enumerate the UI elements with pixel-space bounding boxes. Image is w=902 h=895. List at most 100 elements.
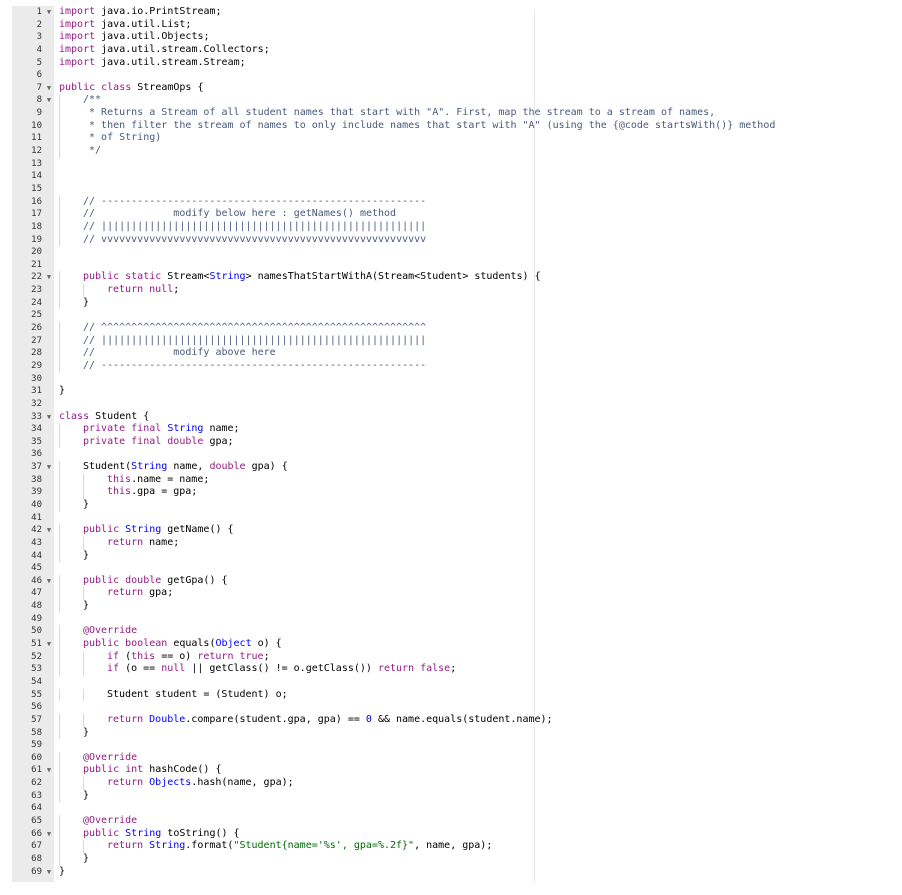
code-line[interactable]: 26 // ^^^^^^^^^^^^^^^^^^^^^^^^^^^^^^^^^^^…: [12, 322, 892, 335]
code-token: }: [83, 789, 90, 801]
code-line[interactable]: 49: [12, 613, 892, 626]
line-number: 7: [36, 82, 42, 93]
code-line[interactable]: 62 return Objects.hash(name, gpa);: [12, 777, 892, 790]
code-line[interactable]: 40}: [12, 498, 892, 512]
code-line[interactable]: 3 import java.util.Objects;: [12, 31, 892, 44]
code-line[interactable]: 63}: [12, 789, 892, 803]
code-line[interactable]: 57 return Double.compare(student.gpa, gpa…: [12, 713, 892, 727]
code-line[interactable]: 34 private final String name;: [12, 423, 892, 436]
code-token: .compare(student.gpa, gpa) ==: [185, 713, 366, 725]
code-line[interactable]: 61 ▼ public int hashCode() {: [12, 764, 892, 778]
code-line[interactable]: 58}: [12, 726, 892, 740]
code-line[interactable]: 67 return String.format("Student{name='%s…: [12, 840, 892, 853]
code-line[interactable]: 37 ▼ Student(String name, double gpa) {: [12, 461, 892, 474]
code-line[interactable]: 32: [12, 398, 892, 411]
code-text: import java.util.stream.Stream;: [59, 57, 246, 70]
code-line[interactable]: 42 ▼ public String getName() {: [12, 524, 892, 537]
code-line[interactable]: 66 ▼ public String toString() {: [12, 827, 892, 841]
code-line[interactable]: 69 ▼}: [12, 866, 892, 879]
code-line[interactable]: 17 // modify below here : getNames() meth…: [12, 208, 892, 221]
code-line[interactable]: 33 ▼ class Student {: [12, 411, 892, 424]
line-number: 57: [31, 714, 42, 725]
line-number: 10: [31, 120, 42, 131]
code-line[interactable]: 10 * then filter the stream of names to …: [12, 119, 892, 133]
code-line[interactable]: 44}: [12, 549, 892, 563]
code-line[interactable]: 23 return null;: [12, 284, 892, 297]
code-line[interactable]: 65 @Override: [12, 815, 892, 828]
fold-toggle-icon[interactable]: ▼: [45, 866, 53, 879]
code-line[interactable]: 47 return gpa;: [12, 587, 892, 601]
code-token: }: [83, 852, 90, 864]
code-lines[interactable]: 1 ▼ import java.io.PrintStream; 2 import jav…: [12, 6, 892, 878]
fold-toggle-icon[interactable]: ▼: [45, 461, 53, 474]
code-line[interactable]: 55 Student student = (Student) o;: [12, 688, 892, 702]
code-line[interactable]: 14: [12, 170, 892, 183]
fold-toggle-icon[interactable]: ▼: [45, 94, 53, 107]
fold-toggle-icon[interactable]: ▼: [45, 524, 53, 537]
code-editor[interactable]: 1 ▼ import java.io.PrintStream; 2 import jav…: [0, 6, 902, 886]
code-line[interactable]: 54: [12, 676, 892, 689]
fold-toggle-icon[interactable]: ▼: [45, 271, 53, 284]
code-line[interactable]: 25: [12, 309, 892, 322]
code-line[interactable]: 51 ▼ public boolean equals(Object o) {: [12, 638, 892, 651]
code-line[interactable]: 28 // modify above here: [12, 347, 892, 360]
code-line[interactable]: 21: [12, 259, 892, 272]
code-line[interactable]: 38 this.name = name;: [12, 473, 892, 487]
fold-toggle-icon[interactable]: ▼: [45, 764, 53, 777]
code-line[interactable]: 41: [12, 512, 892, 525]
line-number: 30: [31, 373, 42, 384]
code-line[interactable]: 53 if (o == null || getClass() != o.getCl…: [12, 663, 892, 676]
code-line[interactable]: 5 import java.util.stream.Stream;: [12, 57, 892, 70]
code-line[interactable]: 9 * Returns a Stream of all student name…: [12, 107, 892, 120]
code-line[interactable]: 15: [12, 183, 892, 196]
code-line[interactable]: 60 @Override: [12, 751, 892, 765]
code-line[interactable]: 12 */: [12, 145, 892, 158]
fold-toggle-icon[interactable]: ▼: [45, 575, 53, 588]
code-line[interactable]: 39 this.gpa = gpa;: [12, 486, 892, 499]
code-line[interactable]: 1 ▼ import java.io.PrintStream;: [12, 6, 892, 19]
code-line[interactable]: 43 return name;: [12, 536, 892, 550]
fold-toggle-icon[interactable]: ▼: [45, 638, 53, 651]
code-line[interactable]: 18 // |||||||||||||||||||||||||||||||||||…: [12, 220, 892, 234]
code-line[interactable]: 4 import java.util.stream.Collectors;: [12, 44, 892, 57]
indent-guide: [59, 498, 60, 512]
indent-guide: [59, 233, 60, 247]
code-line[interactable]: 30: [12, 373, 892, 386]
code-line[interactable]: 31}: [12, 385, 892, 398]
code-line[interactable]: 6: [12, 69, 892, 82]
code-line[interactable]: 11 * of String): [12, 132, 892, 146]
indent-guide: [59, 334, 60, 348]
indent-guide: [83, 650, 84, 664]
fold-toggle-icon[interactable]: ▼: [45, 411, 53, 424]
code-line[interactable]: 64: [12, 802, 892, 815]
fold-toggle-icon[interactable]: ▼: [45, 6, 53, 19]
code-line[interactable]: 29 // -----------------------------------…: [12, 359, 892, 373]
code-line[interactable]: 13: [12, 158, 892, 171]
code-line[interactable]: 68}: [12, 852, 892, 866]
fold-toggle-icon[interactable]: ▼: [45, 828, 53, 841]
code-token: == o): [155, 650, 198, 662]
code-line[interactable]: 56: [12, 701, 892, 714]
code-line[interactable]: 46 ▼ public double getGpa() {: [12, 574, 892, 588]
code-line[interactable]: 2 import java.util.List;: [12, 19, 892, 32]
code-line[interactable]: 45: [12, 562, 892, 575]
code-line[interactable]: 35 private final double gpa;: [12, 435, 892, 449]
code-token: String: [209, 271, 246, 283]
code-line[interactable]: 59: [12, 739, 892, 752]
indent-guide: [59, 638, 60, 651]
code-line[interactable]: 20: [12, 246, 892, 259]
code-line[interactable]: 52 if (this == o) return true;: [12, 650, 892, 664]
code-line[interactable]: 16 // -----------------------------------…: [12, 195, 892, 209]
code-line[interactable]: 22 ▼ public static Stream<String> namesTha…: [12, 271, 892, 285]
fold-toggle-icon[interactable]: ▼: [45, 82, 53, 95]
code-line[interactable]: 7 ▼ public class StreamOps {: [12, 82, 892, 95]
code-line[interactable]: 50 @Override: [12, 625, 892, 639]
code-token: "Student{name='%s', gpa=%.2f}": [233, 840, 415, 852]
code-line[interactable]: 19 // vvvvvvvvvvvvvvvvvvvvvvvvvvvvvvvvvvv…: [12, 233, 892, 247]
code-line[interactable]: 24}: [12, 296, 892, 310]
code-line[interactable]: 8 ▼ /**: [12, 94, 892, 108]
code-text: public String toString() {: [59, 827, 240, 841]
code-line[interactable]: 27 // |||||||||||||||||||||||||||||||||||…: [12, 334, 892, 348]
code-line[interactable]: 36: [12, 448, 892, 461]
code-line[interactable]: 48}: [12, 600, 892, 613]
